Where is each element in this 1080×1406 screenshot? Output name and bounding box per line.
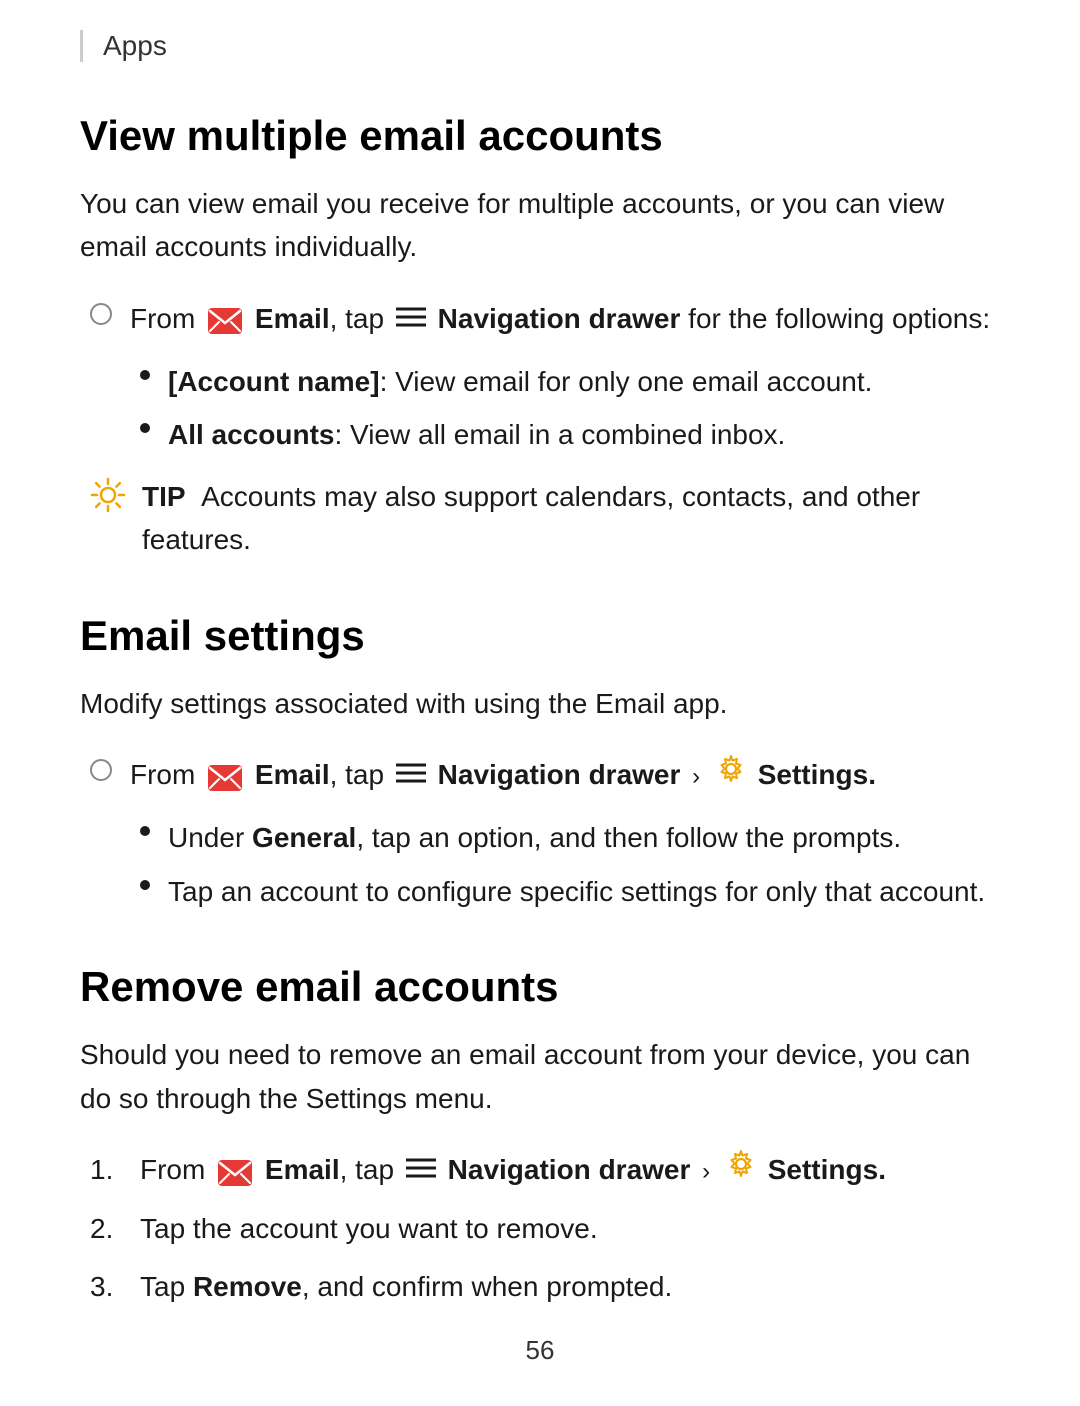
from-label-1: From [130, 303, 195, 334]
email-label-2: Email [255, 759, 330, 790]
nav-label-1: Navigation drawer [438, 303, 681, 334]
breadcrumb: Apps [80, 30, 1000, 62]
sub-bullet-item: All accounts: View all email in a combin… [140, 413, 1000, 456]
tip-label: TIP [142, 481, 186, 512]
page-container: Apps View multiple email accounts You ca… [0, 0, 1080, 1406]
from-label-3: From [140, 1154, 205, 1185]
circle-bullet-icon [90, 303, 112, 325]
nav-drawer-icon-2 [396, 753, 426, 796]
remove-accounts-body: Should you need to remove an email accou… [80, 1033, 1000, 1120]
section-heading-email-settings: Email settings [80, 612, 1000, 660]
tip-row: TIP Accounts may also support calendars,… [80, 475, 1000, 562]
numbered-item-3: 3. Tap Remove, and confirm when prompted… [90, 1265, 1000, 1308]
email-settings-instr-text: From Email, tap Navigation drawer › [130, 753, 1000, 798]
from-label-2: From [130, 759, 195, 790]
nav-drawer-icon-1 [396, 297, 426, 340]
email-label-1: Email [255, 303, 330, 334]
email-icon-3 [217, 1156, 253, 1184]
number-label-1: 1. [90, 1148, 140, 1191]
view-multiple-instruction: From Email, tap Navigation [80, 297, 1000, 342]
chevron-right-icon: › [692, 758, 700, 795]
bullet-dot-icon [140, 423, 150, 433]
section-heading-remove-accounts: Remove email accounts [80, 963, 1000, 1011]
sub-bullet-text-1: [Account name]: View email for only one … [168, 360, 872, 403]
numbered-item-1: 1. From Email, tap [90, 1148, 1000, 1193]
nav-label-2: Navigation drawer [438, 759, 681, 790]
bullet-dot-icon [140, 826, 150, 836]
nav-drawer-icon-3 [406, 1148, 436, 1191]
email-settings-instruction: From Email, tap Navigation drawer › [80, 753, 1000, 798]
settings-label-2: Settings. [768, 1154, 886, 1185]
email-icon-1 [207, 304, 243, 332]
tip-text: TIP Accounts may also support calendars,… [142, 475, 1000, 562]
numbered-item-1-content: From Email, tap [140, 1148, 886, 1193]
number-label-3: 3. [90, 1265, 140, 1308]
number-label-2: 2. [90, 1207, 140, 1250]
email-settings-sub-bullets: Under General, tap an option, and then f… [80, 816, 1000, 913]
tap-label-3: tap [355, 1154, 394, 1185]
tap-label-2: tap [345, 759, 384, 790]
bullet-dot-icon [140, 880, 150, 890]
circle-bullet-icon [90, 759, 112, 781]
email-icon-2 [207, 761, 243, 789]
sub-bullet-item: Tap an account to configure specific set… [140, 870, 1000, 913]
settings-label-1: Settings. [758, 759, 876, 790]
settings-gear-icon-2 [726, 1148, 756, 1191]
breadcrumb-text: Apps [103, 30, 167, 61]
sub-bullet-item: [Account name]: View email for only one … [140, 360, 1000, 403]
chevron-right-icon-2: › [702, 1153, 710, 1190]
email-settings-body: Modify settings associated with using th… [80, 682, 1000, 725]
settings-gear-icon-1 [716, 753, 746, 796]
view-multiple-instr-text: From Email, tap Navigation [130, 297, 1000, 342]
email-label-3: Email [265, 1154, 340, 1185]
bullet-dot-icon [140, 370, 150, 380]
for-label-1: for the following options: [688, 303, 990, 334]
remove-accounts-numbered-list: 1. From Email, tap [80, 1148, 1000, 1308]
numbered-item-2: 2. Tap the account you want to remove. [90, 1207, 1000, 1250]
numbered-item-3-text: Tap Remove, and confirm when prompted. [140, 1265, 672, 1308]
numbered-item-2-text: Tap the account you want to remove. [140, 1207, 598, 1250]
tap-label-1: tap [345, 303, 384, 334]
sub-bullet-text-2: All accounts: View all email in a combin… [168, 413, 785, 456]
view-multiple-body: You can view email you receive for multi… [80, 182, 1000, 269]
nav-label-3: Navigation drawer [448, 1154, 691, 1185]
section-heading-view-multiple: View multiple email accounts [80, 112, 1000, 160]
tip-icon [90, 477, 126, 520]
view-multiple-sub-bullets: [Account name]: View email for only one … [80, 360, 1000, 457]
es-sub-bullet-2: Tap an account to configure specific set… [168, 870, 985, 913]
page-number: 56 [526, 1335, 555, 1366]
sub-bullet-item: Under General, tap an option, and then f… [140, 816, 1000, 859]
tip-content: Accounts may also support calendars, con… [142, 481, 920, 555]
es-sub-bullet-1: Under General, tap an option, and then f… [168, 816, 901, 859]
